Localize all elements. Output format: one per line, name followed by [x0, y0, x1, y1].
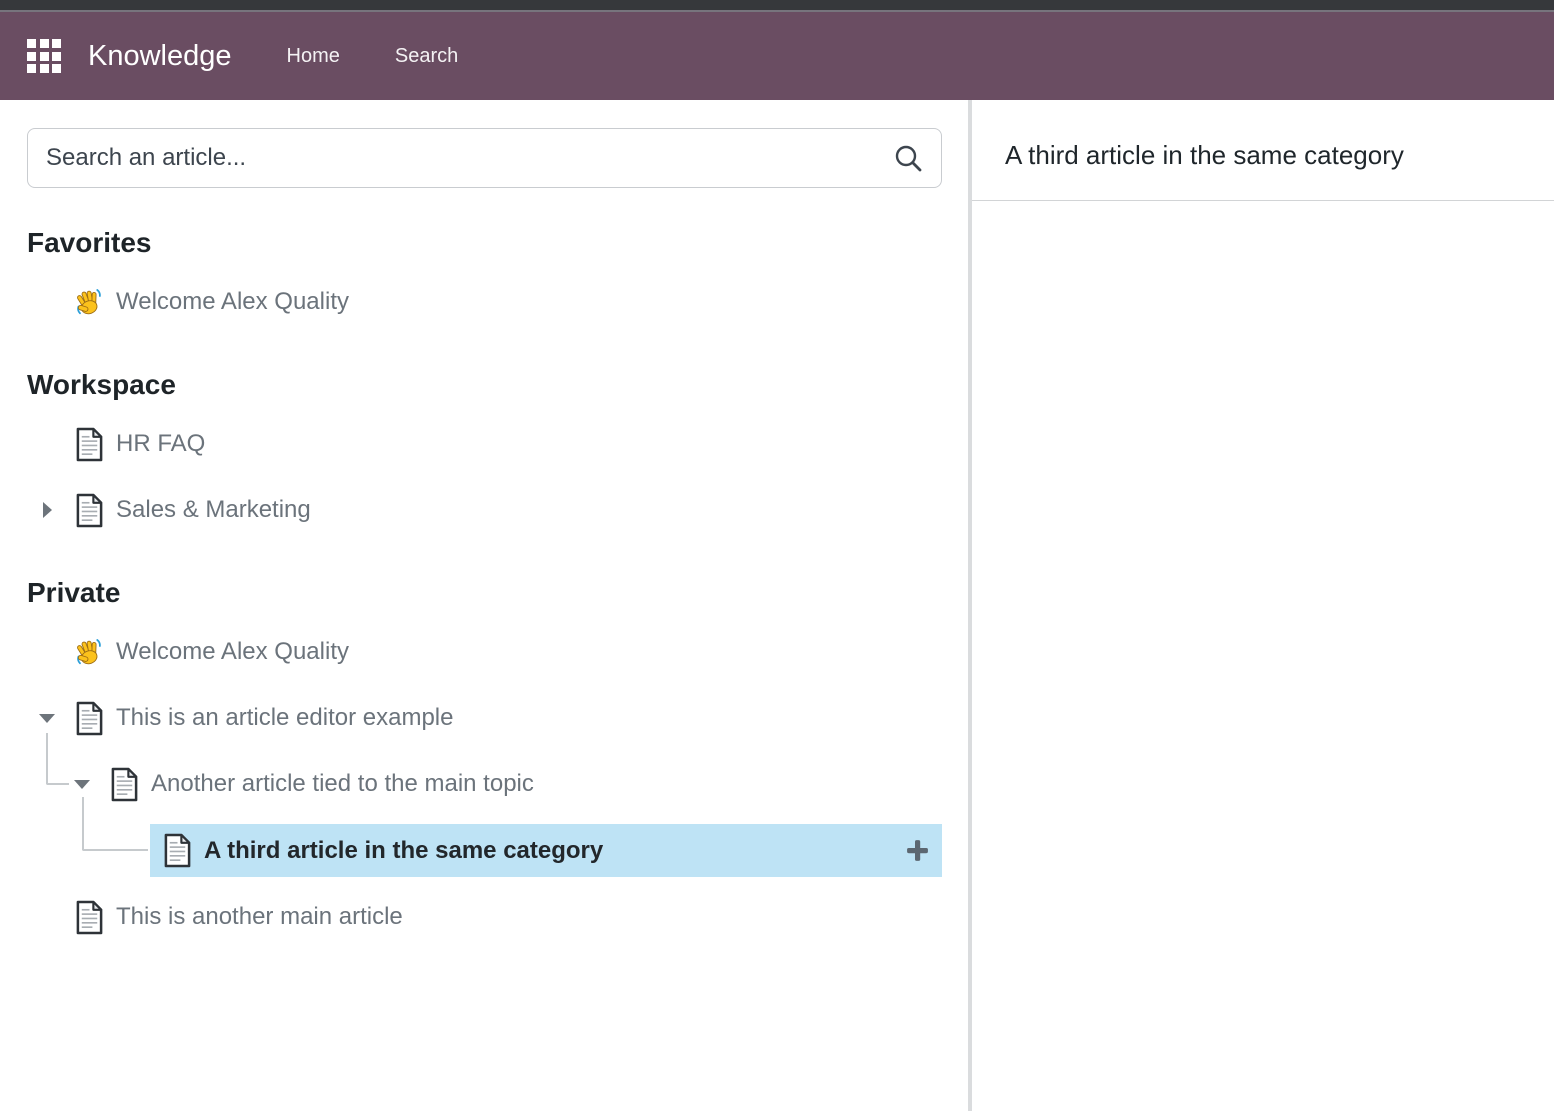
caret-right-icon[interactable]: [34, 497, 60, 523]
article-item-third-article-row: A third article in the same category: [27, 824, 942, 877]
caret-down-icon[interactable]: [69, 771, 95, 797]
app-navbar: Knowledge Home Search: [0, 10, 1554, 100]
article-item-editor-example[interactable]: This is an article editor example: [27, 692, 942, 744]
nav-item-home[interactable]: Home: [287, 45, 340, 68]
caret-down-icon[interactable]: [34, 705, 60, 731]
document-icon: [74, 492, 104, 528]
nav-item-search[interactable]: Search: [395, 45, 458, 68]
article-item-welcome-private[interactable]: Welcome Alex Quality: [27, 626, 942, 678]
article-label[interactable]: Sales & Marketing: [116, 496, 311, 524]
waving-hand-icon: [74, 634, 104, 670]
document-icon: [162, 833, 192, 869]
section-title-workspace: Workspace: [27, 366, 942, 404]
search-input[interactable]: [46, 144, 893, 172]
section-title-private: Private: [27, 574, 942, 612]
tree-connector-line: [82, 797, 148, 851]
apps-grid-icon[interactable]: [27, 39, 61, 73]
caret-slot: [34, 904, 60, 930]
article-label[interactable]: This is another main article: [116, 903, 403, 931]
tree-connector-line: [46, 733, 69, 785]
document-icon: [74, 700, 104, 736]
article-label[interactable]: Welcome Alex Quality: [116, 288, 349, 316]
window-top-strip: [0, 0, 1554, 10]
title-divider: [972, 200, 1554, 201]
article-sidebar: Favorites: [0, 100, 968, 1111]
article-search-box[interactable]: [27, 128, 942, 188]
article-label[interactable]: This is an article editor example: [116, 704, 453, 732]
article-page-title[interactable]: A third article in the same category: [1005, 138, 1554, 172]
caret-slot: [34, 639, 60, 665]
document-icon: [74, 899, 104, 935]
app-title[interactable]: Knowledge: [88, 40, 232, 73]
article-label[interactable]: HR FAQ: [116, 430, 205, 458]
article-item-another-article[interactable]: Another article tied to the main topic: [27, 758, 942, 810]
article-item-hr-faq[interactable]: HR FAQ: [27, 418, 942, 470]
caret-slot: [34, 289, 60, 315]
article-label[interactable]: Welcome Alex Quality: [116, 638, 349, 666]
article-label[interactable]: Another article tied to the main topic: [151, 770, 534, 798]
article-item-welcome-favorite[interactable]: Welcome Alex Quality: [27, 276, 942, 328]
article-label-selected: A third article in the same category: [204, 837, 603, 865]
article-item-third-article-selected[interactable]: A third article in the same category: [150, 824, 942, 877]
article-content-panel: A third article in the same category: [972, 100, 1554, 1111]
article-item-another-main[interactable]: This is another main article: [27, 891, 942, 943]
section-title-favorites: Favorites: [27, 224, 942, 262]
search-icon[interactable]: [893, 143, 923, 173]
document-icon: [74, 426, 104, 462]
caret-slot: [34, 431, 60, 457]
article-item-sales-marketing[interactable]: Sales & Marketing: [27, 484, 942, 536]
add-article-button[interactable]: [904, 838, 930, 864]
waving-hand-icon: [74, 284, 104, 320]
